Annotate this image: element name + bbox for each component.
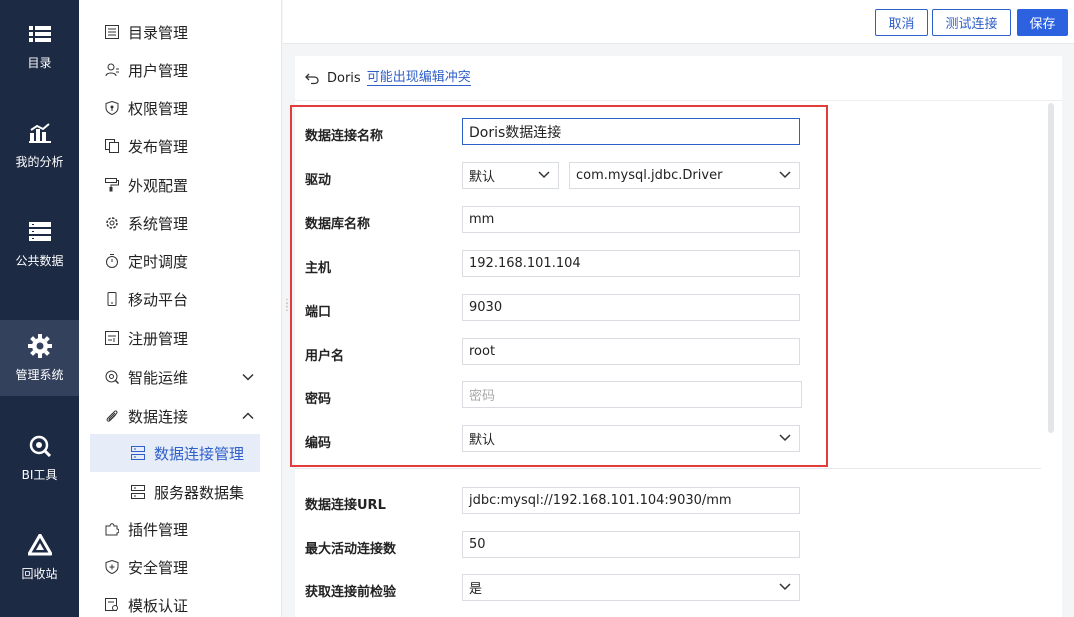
rail-label: 我的分析 — [15, 154, 64, 169]
menu-item-label: 服务器数据集 — [154, 483, 245, 502]
menu-item-label: 权限管理 — [128, 99, 189, 118]
section-divider — [295, 468, 1041, 469]
row-max-active: 最大活动连接数 50 — [295, 531, 1062, 561]
chart-icon — [28, 121, 52, 145]
menu-item-label: 安全管理 — [128, 558, 189, 577]
menu-item-plugin-mgmt[interactable]: 插件管理 — [79, 511, 281, 547]
menu-item-template-auth[interactable]: 模板认证 — [79, 587, 281, 617]
connection-url-label: 数据连接URL — [305, 498, 386, 513]
rail-item-admin[interactable]: 管理系统 — [0, 320, 79, 396]
menu-item-permission-mgmt[interactable]: 权限管理 — [79, 90, 281, 126]
connection-editor: Doris 可能出现编辑冲突 数据连接名称 Doris数据连接 驱动 默认 co… — [290, 56, 1062, 617]
copy-icon — [104, 138, 120, 154]
edit-conflict-warning[interactable]: 可能出现编辑冲突 — [366, 70, 471, 86]
menu-item-label: 发布管理 — [128, 137, 189, 156]
max-active-input[interactable]: 50 — [462, 531, 800, 558]
menu-item-label: 注册管理 — [128, 329, 189, 348]
menu-item-label: 用户管理 — [128, 61, 189, 80]
menu-item-publish-mgmt[interactable]: 发布管理 — [79, 128, 281, 164]
divider — [295, 100, 1062, 101]
menu-item-user-mgmt[interactable]: 用户管理 — [79, 52, 281, 88]
test-connection-button[interactable]: 测试连接 — [932, 9, 1011, 36]
save-button[interactable]: 保存 — [1017, 9, 1068, 36]
menu-item-security-mgmt[interactable]: 安全管理 — [79, 549, 281, 585]
rail-item-public-data[interactable]: 公共数据 — [0, 206, 79, 282]
chevron-up-icon — [242, 412, 254, 420]
menu-item-smart-ops[interactable]: 智能运维 — [79, 359, 281, 395]
settings-icon — [104, 215, 120, 231]
paperclip-icon — [104, 408, 120, 424]
validate-value: 是 — [469, 582, 483, 597]
list-icon — [28, 22, 52, 46]
chevron-down-icon — [779, 583, 791, 591]
connection-name-title: Doris — [327, 70, 361, 86]
shield-plus-icon — [104, 559, 120, 575]
breadcrumb: Doris 可能出现编辑冲突 — [305, 68, 471, 88]
certificate-icon — [104, 597, 120, 613]
rail-item-bi-tools[interactable]: BI工具 — [0, 420, 79, 496]
menu-item-label: 模板认证 — [128, 596, 189, 615]
menu-item-label: 外观配置 — [128, 176, 189, 195]
resize-handle[interactable]: ⋮ ⋮ — [282, 299, 292, 318]
validate-select[interactable]: 是 — [462, 574, 800, 601]
menu-item-system-mgmt[interactable]: 系统管理 — [79, 205, 281, 241]
cancel-button[interactable]: 取消 — [875, 9, 928, 36]
list-outline-icon — [104, 24, 120, 40]
submenu-item-data-connection-mgmt[interactable]: 数据连接管理 — [90, 434, 260, 472]
stopwatch-icon — [104, 253, 120, 269]
rail-label: 管理系统 — [15, 367, 64, 382]
menu-item-label: 插件管理 — [128, 520, 189, 539]
menu-item-label: 移动平台 — [128, 290, 189, 309]
user-icon — [104, 62, 120, 78]
row-connection-url: 数据连接URL jdbc:mysql://192.168.101.104:903… — [295, 487, 1062, 517]
server-icon — [130, 484, 146, 500]
chevron-down-icon — [242, 373, 254, 381]
connection-icon — [130, 445, 146, 461]
shield-icon — [104, 100, 120, 116]
rail-item-my-analysis[interactable]: 我的分析 — [0, 107, 79, 183]
menu-item-label: 定时调度 — [128, 252, 189, 271]
menu-item-label: 目录管理 — [128, 23, 189, 42]
rail-item-catalog[interactable]: 目录 — [0, 8, 79, 84]
recycle-icon — [27, 533, 52, 557]
rail-label: 目录 — [27, 55, 52, 70]
menu-item-data-connection[interactable]: 数据连接 — [79, 398, 281, 434]
menu-item-label: 系统管理 — [128, 214, 189, 233]
ops-icon — [104, 369, 120, 385]
main-rail: 目录 我的分析 公共数据 管理系统 BI工具 回收站 — [0, 0, 79, 617]
max-active-label: 最大活动连接数 — [305, 542, 397, 557]
menu-item-label: 数据连接管理 — [154, 444, 245, 463]
row-validate: 获取连接前检验 是 — [295, 574, 1062, 604]
rail-label: BI工具 — [21, 467, 58, 482]
top-toolbar: 取消 测试连接 保存 — [283, 0, 1074, 44]
validate-label: 获取连接前检验 — [305, 585, 397, 600]
highlight-box — [290, 105, 828, 467]
tool-icon — [28, 434, 52, 458]
menu-item-label: 智能运维 — [128, 368, 189, 387]
rail-label: 公共数据 — [15, 253, 64, 268]
menu-item-registration[interactable]: 注册管理 — [79, 320, 281, 356]
connection-url-input[interactable]: jdbc:mysql://192.168.101.104:9030/mm — [462, 487, 800, 514]
menu-item-mobile[interactable]: 移动平台 — [79, 281, 281, 317]
menu-item-catalog-mgmt[interactable]: 目录管理 — [79, 14, 281, 50]
submenu-item-server-dataset[interactable]: 服务器数据集 — [90, 473, 260, 511]
rail-item-recycle-bin[interactable]: 回收站 — [0, 519, 79, 595]
paint-roller-icon — [104, 177, 120, 193]
gear-icon — [27, 333, 52, 358]
rail-label: 回收站 — [21, 566, 58, 581]
menu-item-appearance[interactable]: 外观配置 — [79, 167, 281, 203]
puzzle-icon — [104, 521, 120, 537]
admin-menu: 目录管理 用户管理 权限管理 发布管理 外观配置 系统管理 定时调度 移动平台 … — [79, 0, 282, 617]
database-icon — [28, 220, 52, 244]
menu-item-scheduler[interactable]: 定时调度 — [79, 243, 281, 279]
register-icon — [104, 330, 120, 346]
mobile-icon — [104, 291, 120, 307]
back-arrow-icon[interactable] — [305, 71, 319, 85]
menu-item-label: 数据连接 — [128, 407, 189, 426]
